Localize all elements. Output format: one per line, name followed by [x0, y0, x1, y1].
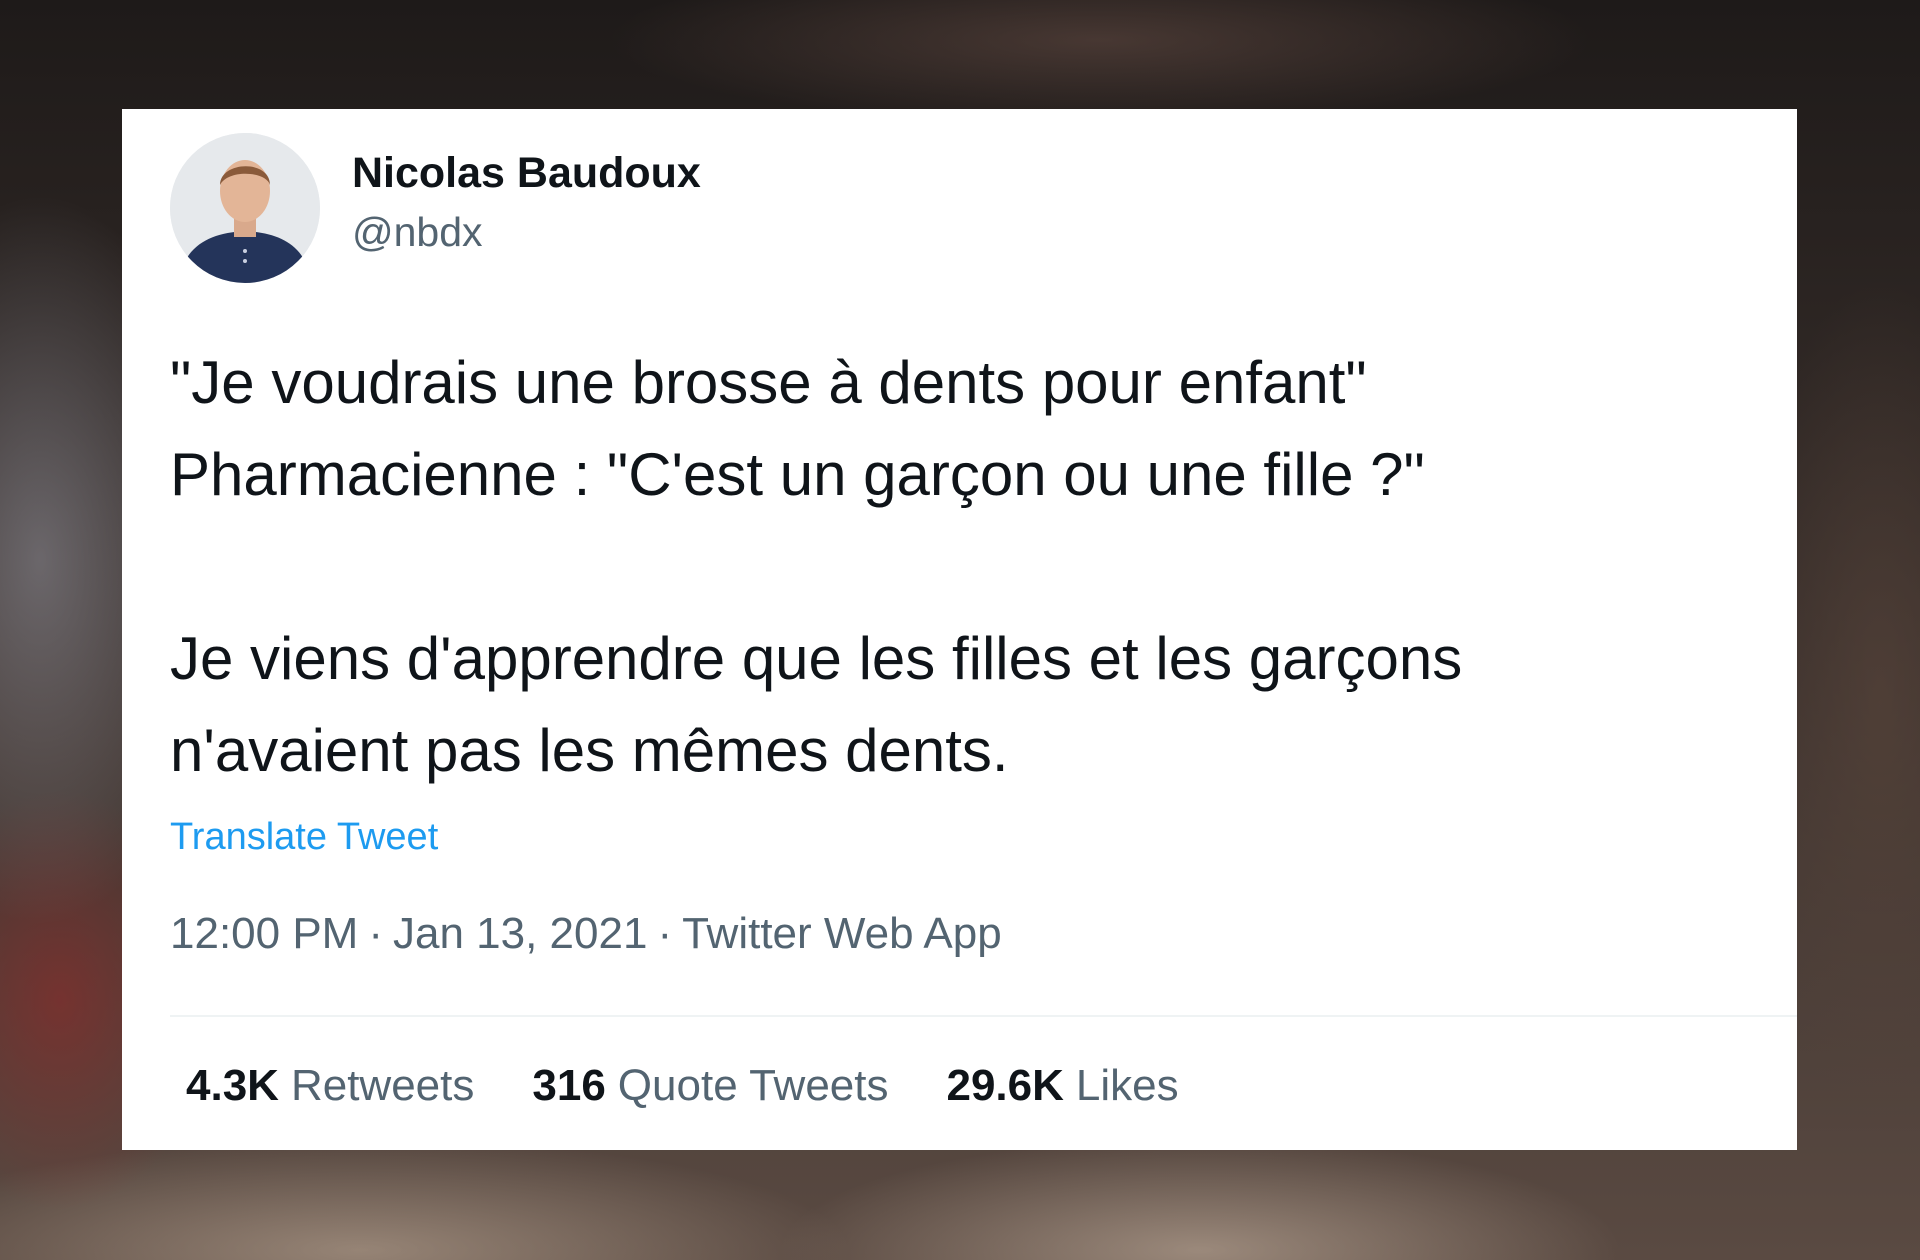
- retweets-count: 4.3K: [186, 1061, 279, 1110]
- likes-stat[interactable]: 29.6K Likes: [946, 1061, 1178, 1111]
- quote-tweets-label: Quote Tweets: [617, 1061, 889, 1110]
- author-handle[interactable]: @nbdx: [352, 209, 483, 256]
- translate-tweet-link[interactable]: Translate Tweet: [170, 816, 438, 859]
- tweet-metadata: 12:00 PM · Jan 13, 2021 · Twitter Web App: [170, 909, 1002, 959]
- meta-separator: ·: [657, 909, 673, 958]
- meta-separator: ·: [368, 909, 383, 958]
- divider: [170, 1015, 1797, 1017]
- retweets-stat[interactable]: 4.3K Retweets: [186, 1061, 474, 1111]
- quote-tweets-stat[interactable]: 316 Quote Tweets: [532, 1061, 888, 1111]
- tweet-stats: 4.3K Retweets 316 Quote Tweets 29.6K Likes: [186, 1061, 1237, 1111]
- tweet-text: "Je voudrais une brosse à dents pour enf…: [170, 337, 1750, 797]
- tweet-card: Nicolas Baudoux @nbdx "Je voudrais une b…: [122, 109, 1797, 1150]
- tweet-text-line: Pharmacienne : "C'est un garçon ou une f…: [170, 441, 1425, 508]
- author-name[interactable]: Nicolas Baudoux: [352, 149, 701, 198]
- quote-tweets-count: 316: [532, 1061, 606, 1110]
- profile-photo-icon: [170, 133, 320, 283]
- retweets-label: Retweets: [290, 1061, 475, 1110]
- tweet-text-line: n'avaient pas les mêmes dents.: [170, 717, 1009, 784]
- tweet-text-line: Je viens d'apprendre que les filles et l…: [170, 625, 1463, 692]
- tweet-source[interactable]: Twitter Web App: [682, 909, 1002, 958]
- tweet-time[interactable]: 12:00 PM: [170, 909, 358, 958]
- avatar[interactable]: [170, 133, 320, 283]
- likes-label: Likes: [1075, 1061, 1179, 1110]
- tweet-text-line: "Je voudrais une brosse à dents pour enf…: [170, 349, 1367, 416]
- likes-count: 29.6K: [946, 1061, 1064, 1110]
- tweet-date[interactable]: Jan 13, 2021: [393, 909, 647, 958]
